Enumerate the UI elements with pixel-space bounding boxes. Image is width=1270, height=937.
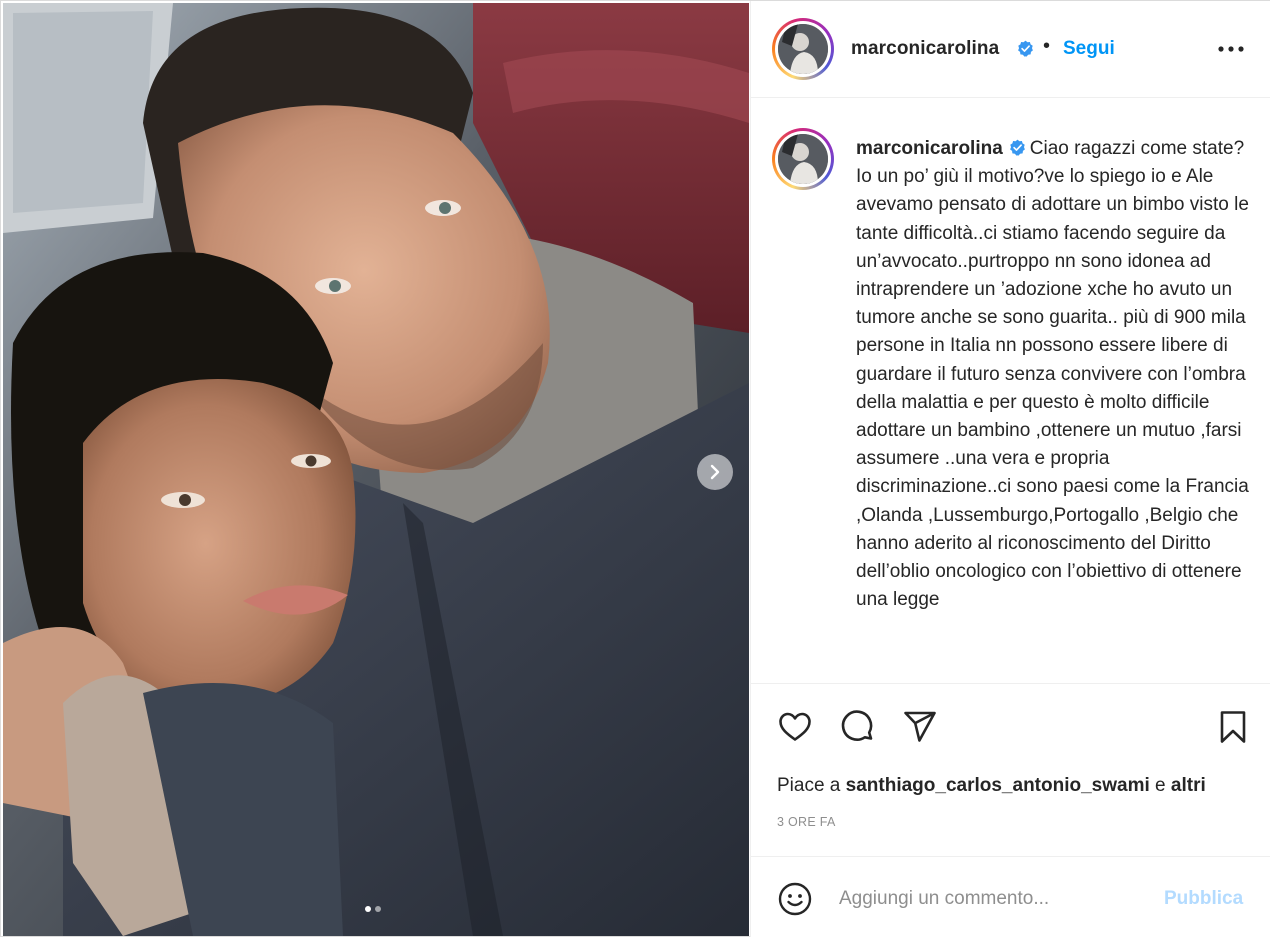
header-username[interactable]: marconicarolina — [851, 38, 999, 60]
verified-badge-icon — [1009, 139, 1026, 156]
verified-badge-icon — [1017, 40, 1034, 57]
likes-conjunction: e — [1155, 775, 1166, 796]
emoji-smiley-icon[interactable] — [777, 881, 813, 917]
heart-icon[interactable] — [777, 709, 813, 745]
avatar[interactable] — [772, 18, 834, 80]
add-comment-bar: Pubblica — [751, 856, 1270, 937]
comments-scroll-area[interactable]: marconicarolina Ciao ragazzi come state? … — [751, 99, 1270, 682]
paper-plane-icon[interactable] — [902, 709, 938, 745]
avatar-image — [778, 24, 828, 74]
publish-button[interactable]: Pubblica — [1164, 888, 1243, 910]
likes-others-link[interactable]: altri — [1171, 775, 1206, 796]
post-actions: Piace a santhiago_carlos_antonio_swami e… — [751, 683, 1270, 937]
post-photo — [3, 3, 749, 936]
likes-user-link[interactable]: santhiago_carlos_antonio_swami — [846, 775, 1150, 796]
post-media[interactable] — [3, 3, 749, 936]
post-caption: marconicarolina Ciao ragazzi come state? … — [856, 135, 1258, 614]
post-side-panel: marconicarolina • Segui marconicarolina … — [750, 1, 1270, 937]
caption-text: Ciao ragazzi come state? Io un po’ giù i… — [856, 138, 1249, 611]
carousel-dot-1 — [365, 906, 371, 912]
post-timestamp[interactable]: 3 ORE FA — [777, 815, 836, 829]
caption-username[interactable]: marconicarolina — [856, 138, 1003, 159]
likes-summary: Piace a santhiago_carlos_antonio_swami e… — [777, 775, 1206, 797]
carousel-indicator — [365, 906, 381, 912]
post-header: marconicarolina • Segui — [751, 1, 1270, 98]
likes-prefix: Piace a — [777, 775, 841, 796]
caption-avatar[interactable] — [772, 128, 834, 190]
bookmark-icon[interactable] — [1215, 709, 1251, 745]
chevron-right-icon — [710, 464, 720, 480]
follow-button[interactable]: Segui — [1063, 38, 1115, 60]
avatar-image — [778, 134, 828, 184]
instagram-post-modal: marconicarolina • Segui marconicarolina … — [0, 0, 1270, 937]
more-horizontal-icon[interactable] — [1217, 39, 1245, 59]
carousel-next-button[interactable] — [697, 454, 733, 490]
header-separator: • — [1043, 35, 1051, 57]
comment-input[interactable] — [839, 881, 1149, 917]
carousel-dot-2 — [375, 906, 381, 912]
comment-icon[interactable] — [840, 709, 876, 745]
